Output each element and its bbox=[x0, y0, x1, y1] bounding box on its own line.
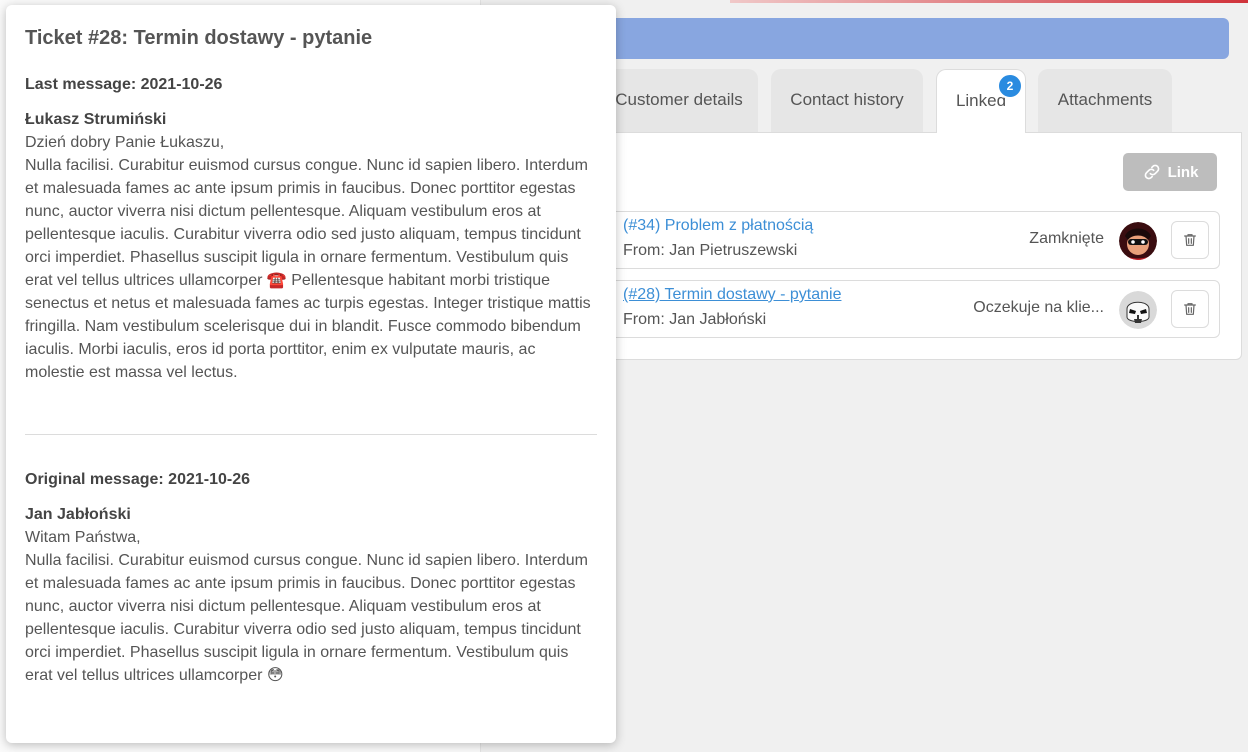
original-message-body: Nulla facilisi. Curabitur euismod cursus… bbox=[25, 552, 588, 684]
tab-label: Customer details bbox=[615, 90, 743, 109]
tab-attachments[interactable]: Attachments bbox=[1038, 69, 1172, 133]
tab-contact-history[interactable]: Contact history bbox=[771, 69, 923, 133]
message-divider bbox=[25, 434, 597, 435]
original-message-greeting: Witam Państwa, bbox=[25, 529, 141, 546]
linked-ticket-title[interactable]: (#34) Problem z płatnością bbox=[623, 217, 813, 235]
linked-ticket-title[interactable]: (#28) Termin dostawy - pytanie bbox=[623, 286, 841, 304]
linked-ticket-card: (#34) Problem z płatnością From: Jan Pie… bbox=[590, 211, 1220, 269]
superhero-avatar-icon bbox=[1119, 222, 1157, 260]
original-message-author: Jan Jabłoński bbox=[25, 506, 131, 523]
delete-link-button[interactable] bbox=[1171, 221, 1209, 259]
linked-ticket-card: (#28) Termin dostawy - pytanie From: Jan… bbox=[590, 280, 1220, 338]
trash-icon bbox=[1184, 303, 1196, 315]
original-message-heading: Original message: 2021-10-26 bbox=[25, 471, 251, 488]
ticket-preview-popover: Ticket #28: Termin dostawy - pytanie Las… bbox=[6, 5, 616, 743]
delete-link-button[interactable] bbox=[1171, 290, 1209, 328]
linked-ticket-status: Oczekuje na klie... bbox=[973, 299, 1104, 316]
last-message-greeting: Dzień dobry Panie Łukaszu, bbox=[25, 134, 225, 151]
header-bar bbox=[560, 18, 1229, 59]
tab-linked[interactable]: Linked 2 bbox=[936, 69, 1026, 133]
link-chain-icon bbox=[1144, 164, 1159, 180]
link-button[interactable]: Link bbox=[1123, 153, 1217, 191]
top-accent-bar bbox=[730, 0, 1248, 3]
linked-ticket-from: From: Jan Jabłoński bbox=[623, 311, 767, 328]
trash-icon bbox=[1184, 234, 1196, 246]
link-button-label: Link bbox=[1167, 163, 1199, 181]
linked-count-badge: 2 bbox=[997, 73, 1023, 99]
popover-title: Ticket #28: Termin dostawy - pytanie bbox=[25, 27, 373, 49]
last-message-heading: Last message: 2021-10-26 bbox=[25, 76, 223, 93]
linked-ticket-status: Zamknięte bbox=[1029, 230, 1104, 247]
tab-label: Attachments bbox=[1057, 90, 1153, 109]
tab-label: Contact history bbox=[790, 90, 904, 109]
stormtrooper-avatar-icon bbox=[1119, 291, 1157, 329]
tab-customer-details[interactable]: Customer details bbox=[600, 69, 758, 133]
last-message-author: Łukasz Strumiński bbox=[25, 111, 167, 128]
linked-ticket-from: From: Jan Pietruszewski bbox=[623, 242, 798, 259]
last-message-body: Nulla facilisi. Curabitur euismod cursus… bbox=[25, 157, 591, 381]
